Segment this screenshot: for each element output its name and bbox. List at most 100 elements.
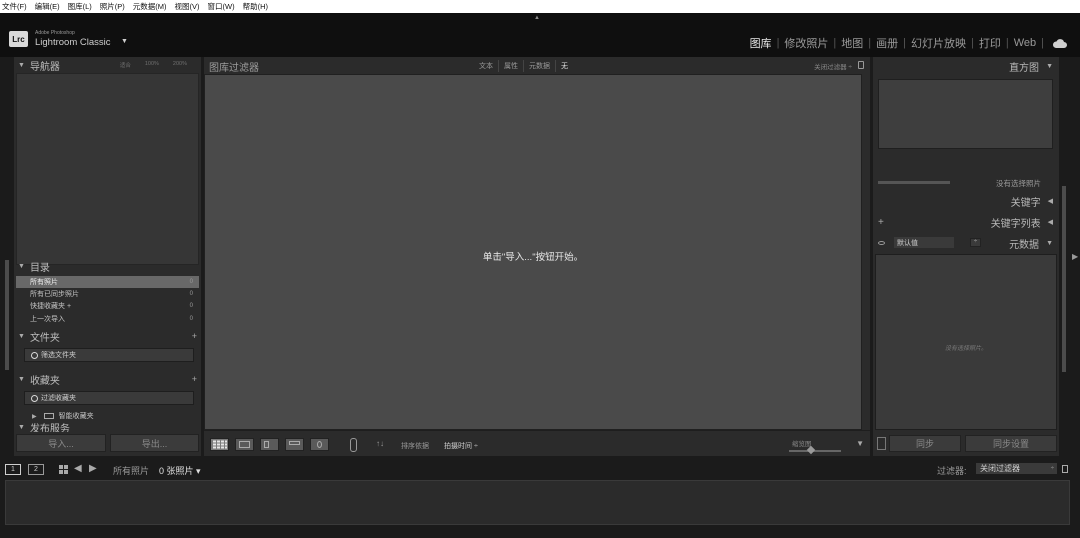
add-folder-icon[interactable]: +: [192, 331, 197, 341]
publish-header[interactable]: ▼ 发布服务: [14, 423, 201, 432]
zoom-fit[interactable]: 适合: [120, 61, 131, 69]
module-library[interactable]: 图库: [745, 35, 777, 51]
auto-sync-toggle[interactable]: [877, 437, 886, 450]
collapse-triangle-icon[interactable]: ▼: [1046, 240, 1053, 247]
filter-tab-text[interactable]: 文本: [474, 60, 499, 72]
compare-view-button[interactable]: [260, 438, 279, 451]
brand-dropdown-icon[interactable]: ▼: [121, 38, 128, 45]
filter-tab-attribute[interactable]: 属性: [499, 60, 524, 72]
collapse-triangle-icon[interactable]: ▼: [18, 263, 25, 270]
catalog-header[interactable]: ▼ 目录: [14, 258, 201, 274]
toolbar-options-dropdown-icon[interactable]: ▼: [856, 439, 864, 448]
menu-file[interactable]: 文件(F): [2, 1, 27, 12]
eye-icon[interactable]: [878, 241, 885, 245]
module-map[interactable]: 地图: [836, 35, 868, 51]
cloud-sync-icon[interactable]: [1052, 37, 1068, 49]
grid-view-button[interactable]: [210, 438, 229, 451]
quick-develop-header[interactable]: 关键字 ◀: [873, 192, 1059, 210]
sync-button[interactable]: 同步: [889, 435, 961, 452]
filmstrip-photo-count[interactable]: 0 张照片 ▾: [159, 464, 201, 477]
secondary-window-button[interactable]: 2: [28, 464, 44, 475]
menu-help[interactable]: 帮助(H): [243, 1, 268, 12]
add-keyword-icon[interactable]: +: [878, 217, 884, 228]
search-icon: [31, 394, 38, 402]
sort-direction-icon[interactable]: ↑↓: [376, 439, 384, 448]
sync-settings-button[interactable]: 同步设置: [965, 435, 1057, 452]
forward-arrow-icon[interactable]: ▶: [89, 463, 97, 474]
grid-view-icon[interactable]: [59, 465, 68, 474]
catalog-row-label: 所有照片: [30, 279, 58, 286]
zoom-200[interactable]: 200%: [173, 61, 187, 69]
expand-triangle-icon[interactable]: ▶: [32, 413, 37, 420]
collapse-right-panel-icon[interactable]: ▶: [1072, 252, 1078, 261]
lock-icon[interactable]: [1062, 465, 1068, 473]
histogram-header[interactable]: 直方图 ▼: [873, 57, 1059, 75]
module-slideshow[interactable]: 幻灯片放映: [906, 35, 971, 51]
module-print[interactable]: 打印: [974, 35, 1006, 51]
keyword-list-header[interactable]: + 关键字列表 ◀: [873, 213, 1059, 231]
collapse-triangle-icon[interactable]: ▼: [18, 62, 25, 69]
main-window-button[interactable]: 1: [5, 464, 21, 475]
menu-edit[interactable]: 编辑(E): [35, 1, 60, 12]
menu-view[interactable]: 视图(V): [175, 1, 200, 12]
export-button[interactable]: 导出...: [110, 434, 199, 452]
module-separator: |: [1041, 37, 1044, 49]
catalog-row-synced[interactable]: 所有已同步照片 0: [16, 288, 199, 300]
smart-collections-row[interactable]: ▶ 智能收藏夹: [32, 411, 94, 421]
back-arrow-icon[interactable]: ◀: [74, 463, 82, 474]
collapse-top-panel-icon[interactable]: ▲: [534, 15, 540, 21]
collections-header[interactable]: ▼ 收藏夹 +: [14, 371, 201, 387]
search-icon: [31, 351, 38, 359]
module-book[interactable]: 画册: [871, 35, 903, 51]
metadata-preset-dropdown-icon[interactable]: ÷: [970, 238, 981, 247]
filmstrip-source[interactable]: 所有照片: [113, 464, 149, 477]
collapse-triangle-icon[interactable]: ▼: [1046, 63, 1053, 70]
brand-title[interactable]: Lightroom Classic: [35, 37, 111, 48]
left-scrollbar[interactable]: [5, 260, 9, 370]
painter-icon[interactable]: [350, 438, 357, 452]
menu-photo[interactable]: 照片(P): [100, 1, 125, 12]
navigator-preview[interactable]: [16, 73, 199, 265]
grid-view[interactable]: 单击"导入..."按钮开始。: [204, 74, 862, 430]
zoom-100[interactable]: 100%: [145, 61, 159, 69]
catalog-row-count: 0: [189, 279, 193, 285]
menu-metadata[interactable]: 元数据(M): [133, 1, 167, 12]
loupe-view-button[interactable]: [235, 438, 254, 451]
histogram-strip-bar: [878, 181, 950, 184]
menu-library[interactable]: 图库(L): [68, 1, 92, 12]
filter-tab-metadata[interactable]: 元数据: [524, 60, 556, 72]
folder-filter-input[interactable]: 筛选文件夹: [24, 348, 194, 362]
add-collection-icon[interactable]: +: [192, 374, 197, 384]
catalog-row-all-photos[interactable]: 所有照片 0: [16, 276, 199, 288]
lock-icon[interactable]: [858, 61, 864, 69]
menu-window[interactable]: 窗口(W): [208, 1, 235, 12]
brand-subtitle: Adobe Photoshop: [35, 30, 75, 36]
sort-select[interactable]: 拍摄时间 ÷: [444, 441, 478, 451]
metadata-preset-select[interactable]: 默认值: [894, 237, 954, 248]
filter-preset-select[interactable]: 关闭过滤器 ÷: [814, 61, 852, 71]
grid-icon: [213, 440, 227, 449]
collapse-triangle-icon[interactable]: ▼: [18, 376, 25, 383]
right-scrollbar[interactable]: [1062, 186, 1066, 372]
module-develop[interactable]: 修改照片: [779, 35, 833, 51]
people-view-button[interactable]: [310, 438, 329, 451]
filter-tab-none[interactable]: 无: [556, 60, 573, 72]
expand-triangle-icon[interactable]: ◀: [1048, 197, 1053, 205]
grid-scrollbar[interactable]: [862, 74, 870, 430]
thumbnail-size-slider[interactable]: [789, 450, 841, 452]
survey-view-button[interactable]: [285, 438, 304, 451]
metadata-empty-text: 没有选择照片。: [944, 346, 987, 352]
import-button[interactable]: 导入...: [16, 434, 106, 452]
filmstrip[interactable]: [5, 480, 1070, 525]
collapse-triangle-icon[interactable]: ▼: [18, 424, 25, 431]
folders-header[interactable]: ▼ 文件夹 +: [14, 328, 201, 344]
navigator-header[interactable]: ▼ 导航器 适合 100% 200%: [14, 57, 201, 73]
catalog-row-last-import[interactable]: 上一次导入 0: [16, 313, 199, 325]
filmstrip-filter-select[interactable]: 关闭过滤器 ÷: [976, 463, 1057, 474]
thumbnail-size-knob[interactable]: [806, 445, 816, 455]
catalog-row-quick-collection[interactable]: 快捷收藏夹 + 0: [16, 300, 199, 312]
collapse-triangle-icon[interactable]: ▼: [18, 333, 25, 340]
collection-filter-input[interactable]: 过滤收藏夹: [24, 391, 194, 405]
module-web[interactable]: Web: [1009, 37, 1041, 49]
expand-triangle-icon[interactable]: ◀: [1048, 218, 1053, 226]
